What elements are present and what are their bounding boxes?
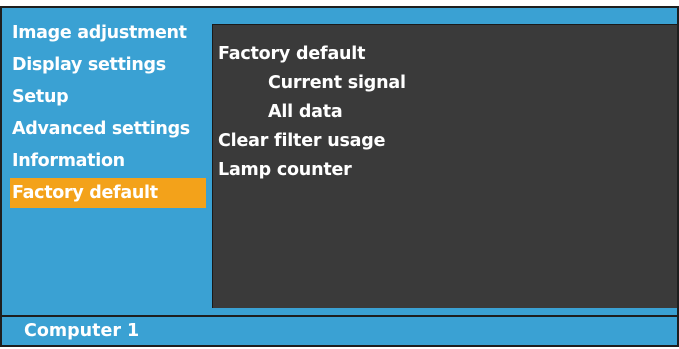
submenu-item-clear-filter-usage[interactable]: Clear filter usage <box>218 131 385 151</box>
menu-item-image-adjustment[interactable]: Image adjustment <box>10 18 206 48</box>
menu-item-display-settings[interactable]: Display settings <box>10 50 206 80</box>
menu-item-information[interactable]: Information <box>10 146 206 176</box>
main-menu: Image adjustment Display settings Setup … <box>10 18 210 218</box>
submenu-item-current-signal[interactable]: Current signal <box>268 73 406 93</box>
osd-window: Image adjustment Display settings Setup … <box>0 6 679 347</box>
menu-item-advanced-settings[interactable]: Advanced settings <box>10 114 206 144</box>
input-source-label: Computer 1 <box>24 321 140 341</box>
osd-panel: Image adjustment Display settings Setup … <box>2 8 677 345</box>
menu-item-setup[interactable]: Setup <box>10 82 206 112</box>
submenu-panel: Factory default Current signal All data … <box>212 24 677 308</box>
submenu-item-factory-default[interactable]: Factory default <box>218 44 365 64</box>
menu-item-factory-default[interactable]: Factory default <box>10 178 206 208</box>
submenu-item-all-data[interactable]: All data <box>268 102 343 122</box>
submenu-item-lamp-counter[interactable]: Lamp counter <box>218 160 352 180</box>
status-bar: Computer 1 <box>2 317 677 345</box>
